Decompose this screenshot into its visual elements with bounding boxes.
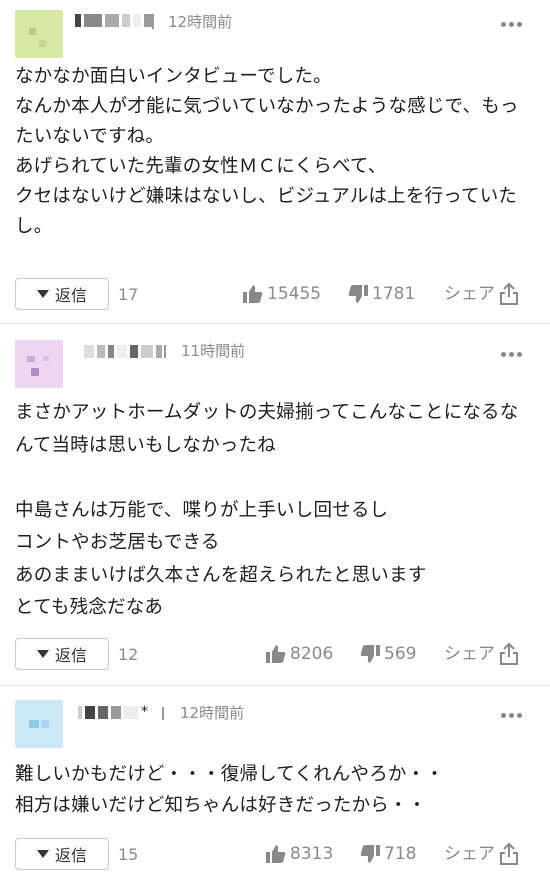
- like-button[interactable]: 15455: [243, 278, 321, 310]
- dislike-button[interactable]: 569: [360, 638, 416, 670]
- reply-count: 12: [118, 645, 139, 664]
- comment-time: 12時間前: [168, 13, 233, 31]
- caret-down-icon: [36, 850, 49, 858]
- reply-button[interactable]: 返信: [15, 638, 109, 670]
- share-label: シェア: [444, 644, 495, 664]
- avatar[interactable]: [15, 700, 63, 748]
- like-button[interactable]: 8313: [266, 838, 333, 870]
- like-count: 8313: [290, 844, 334, 864]
- reply-label: 返信: [54, 286, 87, 305]
- reply-button[interactable]: 返信: [15, 278, 109, 310]
- username[interactable]: [75, 11, 154, 29]
- reply-button[interactable]: 返信: [15, 838, 109, 870]
- share-icon: [500, 842, 518, 865]
- thumbs-up-icon: [243, 285, 263, 303]
- caret-down-icon: [36, 650, 49, 658]
- reply-count: 15: [118, 845, 139, 864]
- share-label: シェア: [444, 284, 495, 304]
- share-button[interactable]: シェア: [444, 638, 519, 670]
- thumbs-down-icon: [360, 645, 380, 663]
- more-dots-icon[interactable]: [501, 22, 522, 27]
- reply-label: 返信: [54, 846, 87, 865]
- dislike-button[interactable]: 1781: [348, 278, 415, 310]
- like-count: 15455: [267, 284, 322, 304]
- comment-1: 12時間前 なかなか面白いインタビューでした。 なんか本人が才能に気づいていなか…: [0, 0, 550, 322]
- more-dots-icon[interactable]: [501, 713, 522, 718]
- comment-text: 難しいかもだけど・・・復帰してくれんやろか・・ 相方は嫌いだけど知ちゃんは好きだ…: [15, 764, 444, 816]
- avatar[interactable]: [15, 340, 63, 388]
- dislike-button[interactable]: 718: [360, 838, 416, 870]
- dislike-count: 1781: [372, 284, 416, 304]
- thumbs-up-icon: [266, 645, 286, 663]
- comment-text: なかなか面白いインタビューでした。 なんか本人が才能に気づいていなかったような感…: [15, 66, 519, 237]
- comment-2: 11時間前 まさかアットホームダットの夫婦揃ってこんなことになるなんて当時は思い…: [0, 324, 550, 684]
- share-label: シェア: [444, 844, 495, 864]
- like-button[interactable]: 8206: [266, 638, 333, 670]
- share-button[interactable]: シェア: [444, 278, 519, 310]
- username[interactable]: [84, 342, 162, 360]
- thumbs-down-icon: [360, 845, 380, 863]
- caret-down-icon: [36, 290, 49, 298]
- reply-label: 返信: [54, 646, 87, 665]
- more-dots-icon[interactable]: [501, 352, 522, 357]
- share-icon: [500, 282, 518, 305]
- dislike-count: 569: [384, 644, 417, 664]
- reply-count: 17: [118, 285, 139, 304]
- share-button[interactable]: シェア: [444, 838, 519, 870]
- thumbs-up-icon: [266, 845, 286, 863]
- username[interactable]: *: [78, 703, 148, 721]
- comment-3: * 12時間前 難しいかもだけど・・・復帰してくれんやろか・・ 相方は嫌いだけど…: [0, 686, 550, 876]
- share-icon: [500, 642, 518, 665]
- like-count: 8206: [290, 644, 334, 664]
- comment-time: 11時間前: [181, 342, 246, 360]
- avatar[interactable]: [15, 10, 63, 58]
- comment-text: まさかアットホームダットの夫婦揃ってこんなことになるなんて当時は思いもしなかった…: [15, 402, 519, 618]
- dislike-count: 718: [384, 844, 417, 864]
- thumbs-down-icon: [348, 285, 368, 303]
- comment-time: 12時間前: [180, 704, 245, 722]
